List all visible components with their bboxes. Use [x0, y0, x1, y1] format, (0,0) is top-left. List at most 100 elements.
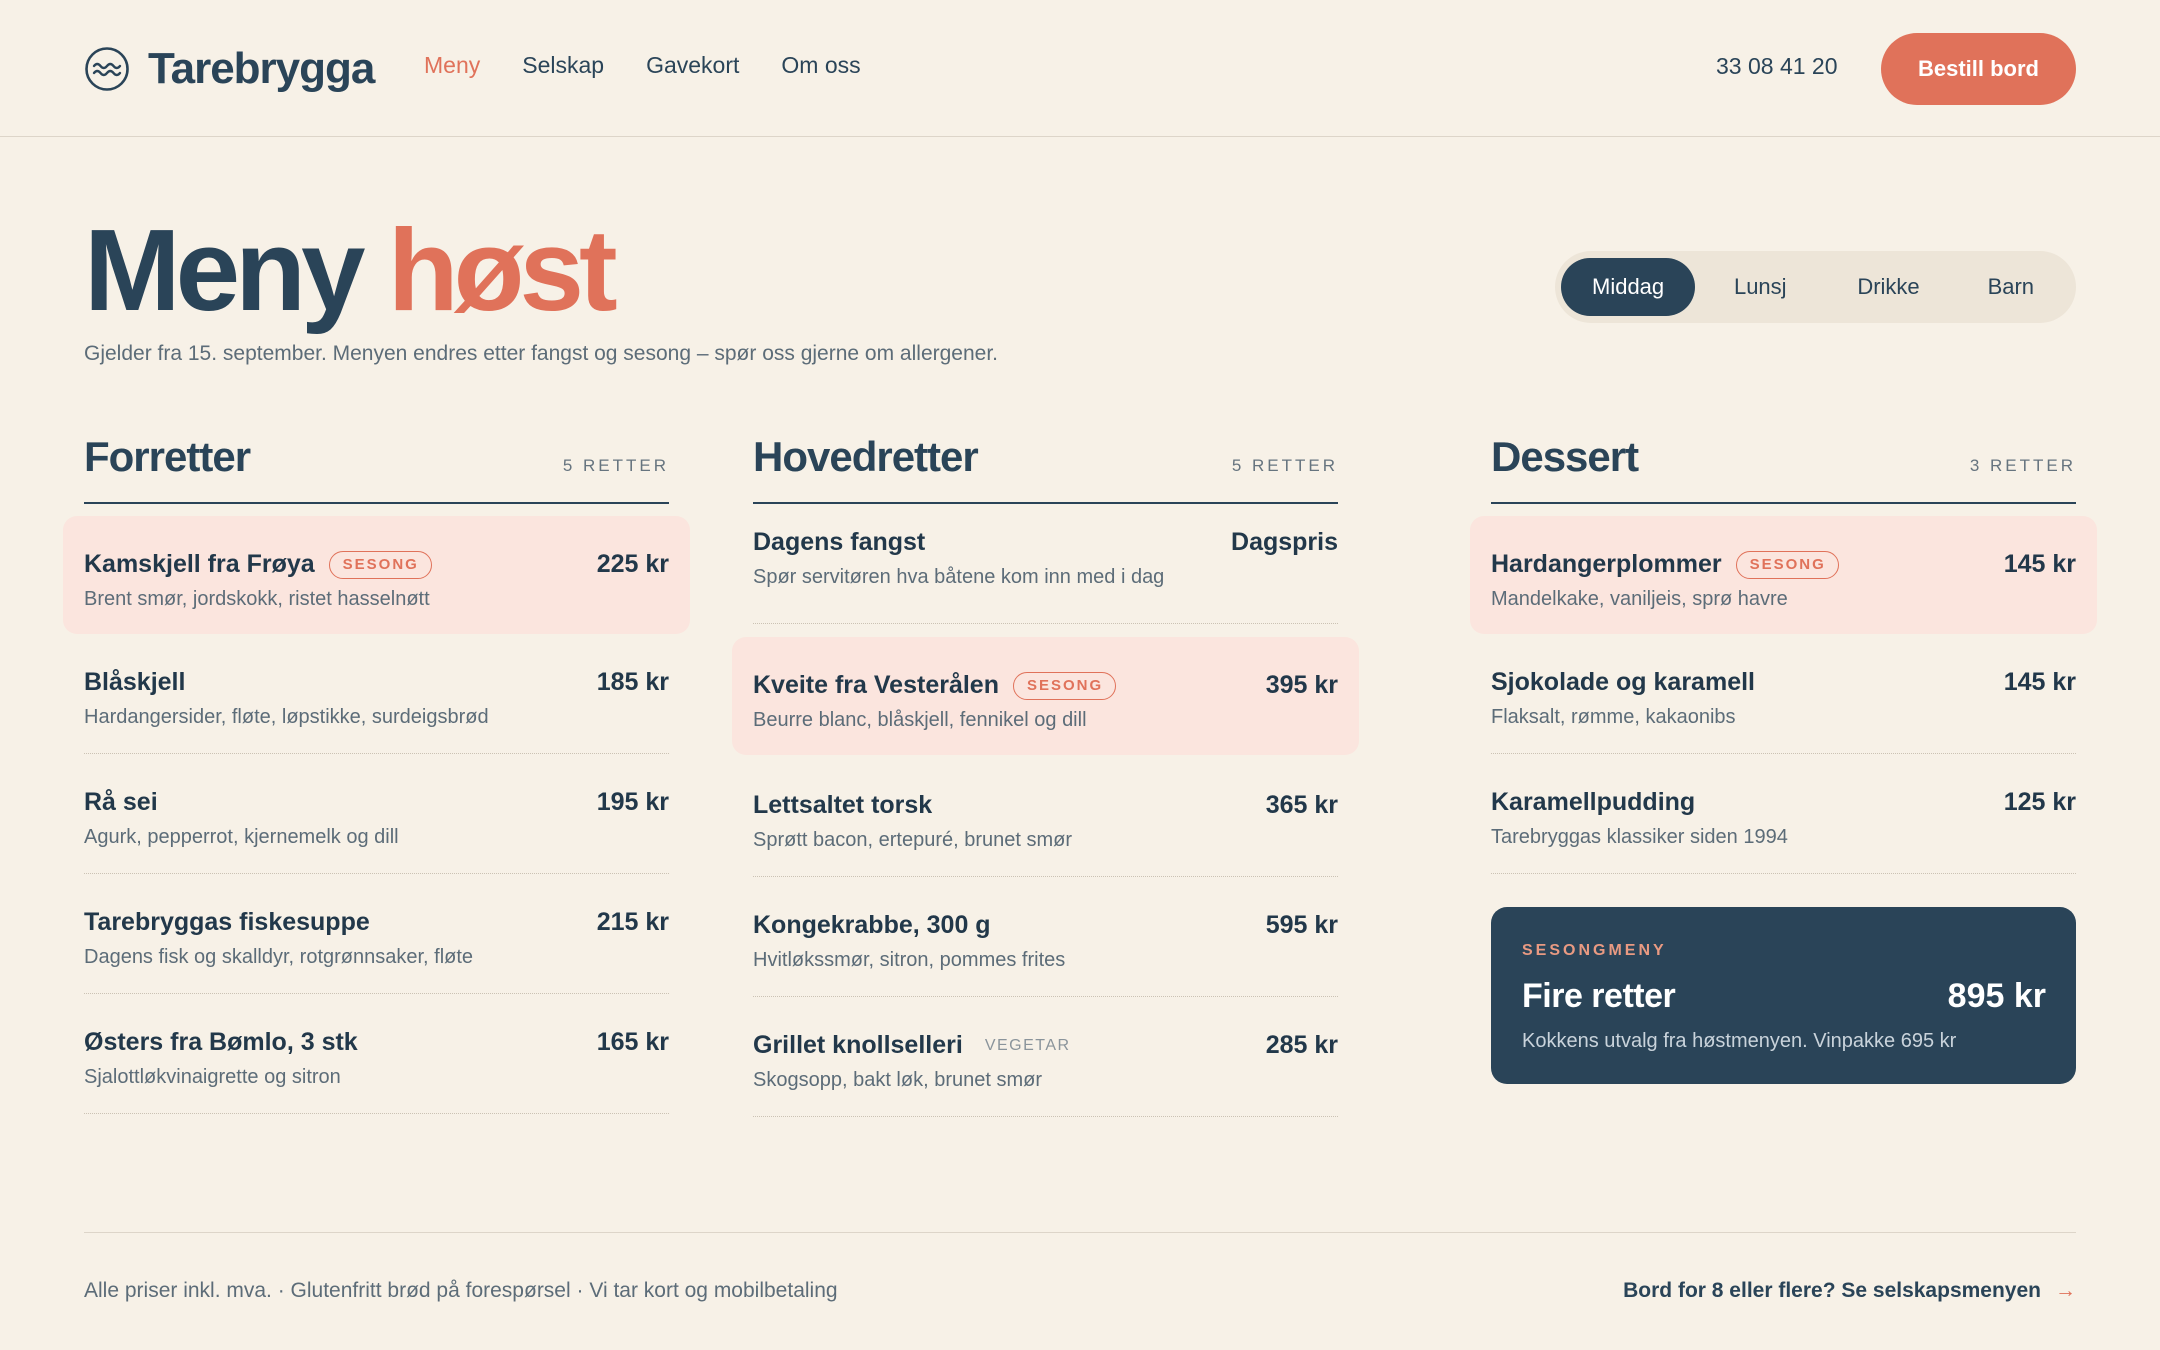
group-menu-link-text: Bord for 8 eller flere? Se selskapsmenye…: [1623, 1279, 2041, 1302]
section-title: Forretter: [84, 433, 251, 480]
season-badge: SESONG: [328, 550, 432, 579]
section-count: 3 RETTER: [1969, 456, 2076, 475]
item-price: 185 kr: [596, 668, 669, 696]
item-name: Kongekrabbe, 300 g: [753, 911, 991, 939]
menu-page: Tarebrygga Meny Selskap Gavekort Om oss …: [0, 0, 2160, 1350]
item-price: 165 kr: [596, 1028, 669, 1056]
item-name: Rå sei: [84, 788, 158, 816]
item-name: Tarebryggas fiskesuppe: [84, 908, 370, 936]
tab-barn[interactable]: Barn: [1952, 258, 2070, 316]
menu-item[interactable]: Østers fra Bømlo, 3 stk Sjalottløkvinaig…: [84, 994, 669, 1114]
item-description: Agurk, pepperrot, kjernemelk og dill: [84, 826, 399, 848]
item-description: Skogsopp, bakt løk, brunet smør: [753, 1069, 1043, 1091]
waves-icon: [84, 46, 130, 92]
item-price: 195 kr: [596, 788, 669, 816]
item-name: Kamskjell fra Frøya SESONG: [84, 550, 432, 579]
page-title-main: Meny: [84, 205, 366, 335]
menu-item[interactable]: Rå sei Agurk, pepperrot, kjernemelk og d…: [84, 754, 669, 874]
section-header: Dessert 3 RETTER: [1491, 428, 2076, 504]
item-description: Hvitløkssmør, sitron, pommes frites: [753, 949, 1066, 971]
section-header: Hovedretter 5 RETTER: [753, 428, 1338, 504]
item-price: 125 kr: [2003, 788, 2076, 816]
nav-link-selskap[interactable]: Selskap: [522, 52, 604, 79]
season-badge: SESONG: [1735, 550, 1839, 579]
menu-item[interactable]: Karamellpudding Tarebryggas klassiker si…: [1491, 754, 2076, 874]
menu-item[interactable]: Kongekrabbe, 300 g Hvitløkssmør, sitron,…: [753, 877, 1338, 997]
section-count: 5 RETTER: [562, 456, 669, 475]
page-title-season: høst: [387, 205, 618, 335]
item-description: Flaksalt, rømme, kakaonibs: [1491, 706, 1736, 728]
section-header: Forretter 5 RETTER: [84, 428, 669, 504]
section-forretter: Forretter 5 RETTER Kamskjell fra Frøya S…: [63, 428, 690, 1114]
section-count: 5 RETTER: [1231, 456, 1338, 475]
tab-middag[interactable]: Middag: [1561, 258, 1696, 316]
item-description: Beurre blanc, blåskjell, fennikel og dil…: [753, 709, 1087, 731]
menu-item[interactable]: Lettsaltet torsk Sprøtt bacon, ertepuré,…: [753, 757, 1338, 877]
item-name: Dagens fangst: [753, 528, 926, 556]
section-dessert: Dessert 3 RETTER Hardangerplommer SESONG…: [1470, 428, 2097, 874]
nav-link-gavekort[interactable]: Gavekort: [646, 52, 739, 79]
item-name: Hardangerplommer SESONG: [1491, 550, 1839, 579]
item-price: 595 kr: [1265, 911, 1338, 939]
nav-link-meny[interactable]: Meny: [424, 52, 480, 79]
item-name-text: Hardangerplommer: [1491, 550, 1722, 578]
item-description: Mandelkake, vaniljeis, sprø havre: [1491, 588, 1788, 610]
item-price: 145 kr: [2003, 550, 2076, 578]
item-name-text: Kveite fra Vesterålen: [753, 671, 999, 699]
arrow-right-icon: →: [2055, 1279, 2076, 1302]
menu-item[interactable]: Hardangerplommer SESONG Mandelkake, vani…: [1470, 516, 2097, 634]
tab-lunsj[interactable]: Lunsj: [1695, 258, 1825, 316]
item-name: Sjokolade og karamell: [1491, 668, 1755, 696]
section-hovedretter: Hovedretter 5 RETTER Dagens fangst Spør …: [732, 428, 1359, 1117]
item-description: Brent smør, jordskokk, ristet hasselnøtt: [84, 588, 430, 610]
set-menu-eyebrow: SESONGMENY: [1522, 942, 1667, 959]
set-menu-description: Kokkens utvalg fra høstmenyen. Vinpakke …: [1522, 1030, 1957, 1052]
item-description: Sjalottløkvinaigrette og sitron: [84, 1066, 341, 1088]
nav-link-om-oss[interactable]: Om oss: [781, 52, 860, 79]
menu-item[interactable]: Kamskjell fra Frøya SESONG Brent smør, j…: [63, 516, 690, 634]
phone-number[interactable]: 33 08 41 20: [1716, 53, 1838, 80]
item-description: Sprøtt bacon, ertepuré, brunet smør: [753, 829, 1073, 851]
group-menu-link[interactable]: Bord for 8 eller flere? Se selskapsmenye…: [1623, 1279, 2076, 1303]
item-price: Dagspris: [1231, 528, 1338, 556]
set-menu-title: Fire retter: [1522, 977, 1676, 1015]
item-description: Spør servitøren hva båtene kom inn med i…: [753, 566, 1165, 588]
section-title: Dessert: [1491, 433, 1639, 480]
item-name: Karamellpudding: [1491, 788, 1696, 816]
item-description: Tarebryggas klassiker siden 1994: [1491, 826, 1788, 848]
item-price: 225 kr: [596, 550, 669, 578]
item-name-text: Grillet knollselleri: [753, 1031, 963, 1059]
item-name: Grillet knollselleri VEGETAR: [753, 1031, 1071, 1060]
brand-logo[interactable]: Tarebrygga: [84, 44, 375, 94]
book-table-button[interactable]: Bestill bord: [1881, 33, 2076, 105]
site-header: Tarebrygga Meny Selskap Gavekort Om oss …: [0, 0, 2160, 137]
menu-item[interactable]: Sjokolade og karamell Flaksalt, rømme, k…: [1491, 634, 2076, 754]
page-footer: Alle priser inkl. mva. · Glutenfritt brø…: [84, 1232, 2076, 1302]
menu-item[interactable]: Kveite fra Vesterålen SESONG Beurre blan…: [732, 637, 1359, 755]
set-menu-card[interactable]: SESONGMENY Fire retter 895 kr Kokkens ut…: [1491, 907, 2076, 1084]
brand-name: Tarebrygga: [148, 44, 375, 93]
item-name: Blåskjell: [84, 668, 186, 696]
item-price: 365 kr: [1265, 791, 1338, 819]
item-name: Lettsaltet torsk: [753, 791, 933, 819]
tab-drikke[interactable]: Drikke: [1825, 258, 1951, 316]
set-menu-price: 895 kr: [1947, 977, 2046, 1015]
item-price: 145 kr: [2003, 668, 2076, 696]
season-badge: SESONG: [1012, 671, 1117, 700]
menu-item[interactable]: Tarebryggas fiskesuppe Dagens fisk og sk…: [84, 874, 669, 994]
main-nav: Meny Selskap Gavekort Om oss: [424, 52, 861, 79]
footer-note: Alle priser inkl. mva. · Glutenfritt brø…: [84, 1279, 838, 1302]
item-price: 285 kr: [1265, 1031, 1338, 1059]
page-title: Meny høst: [84, 205, 618, 335]
section-title: Hovedretter: [753, 433, 979, 480]
item-name-text: Kamskjell fra Frøya: [84, 550, 315, 578]
menu-item[interactable]: Dagens fangst Spør servitøren hva båtene…: [753, 504, 1338, 624]
item-price: 395 kr: [1265, 671, 1338, 699]
vegetarian-tag: VEGETAR: [984, 1036, 1071, 1054]
page-subtitle: Gjelder fra 15. september. Menyen endres…: [84, 342, 999, 365]
menu-item[interactable]: Blåskjell Hardangersider, fløte, løpstik…: [84, 634, 669, 754]
menu-tabs: Middag Lunsj Drikke Barn: [1555, 251, 2076, 323]
item-description: Dagens fisk og skalldyr, rotgrønnsaker, …: [84, 946, 474, 968]
item-name: Kveite fra Vesterålen SESONG: [753, 671, 1117, 700]
menu-item[interactable]: Grillet knollselleri VEGETAR Skogsopp, b…: [753, 997, 1338, 1117]
